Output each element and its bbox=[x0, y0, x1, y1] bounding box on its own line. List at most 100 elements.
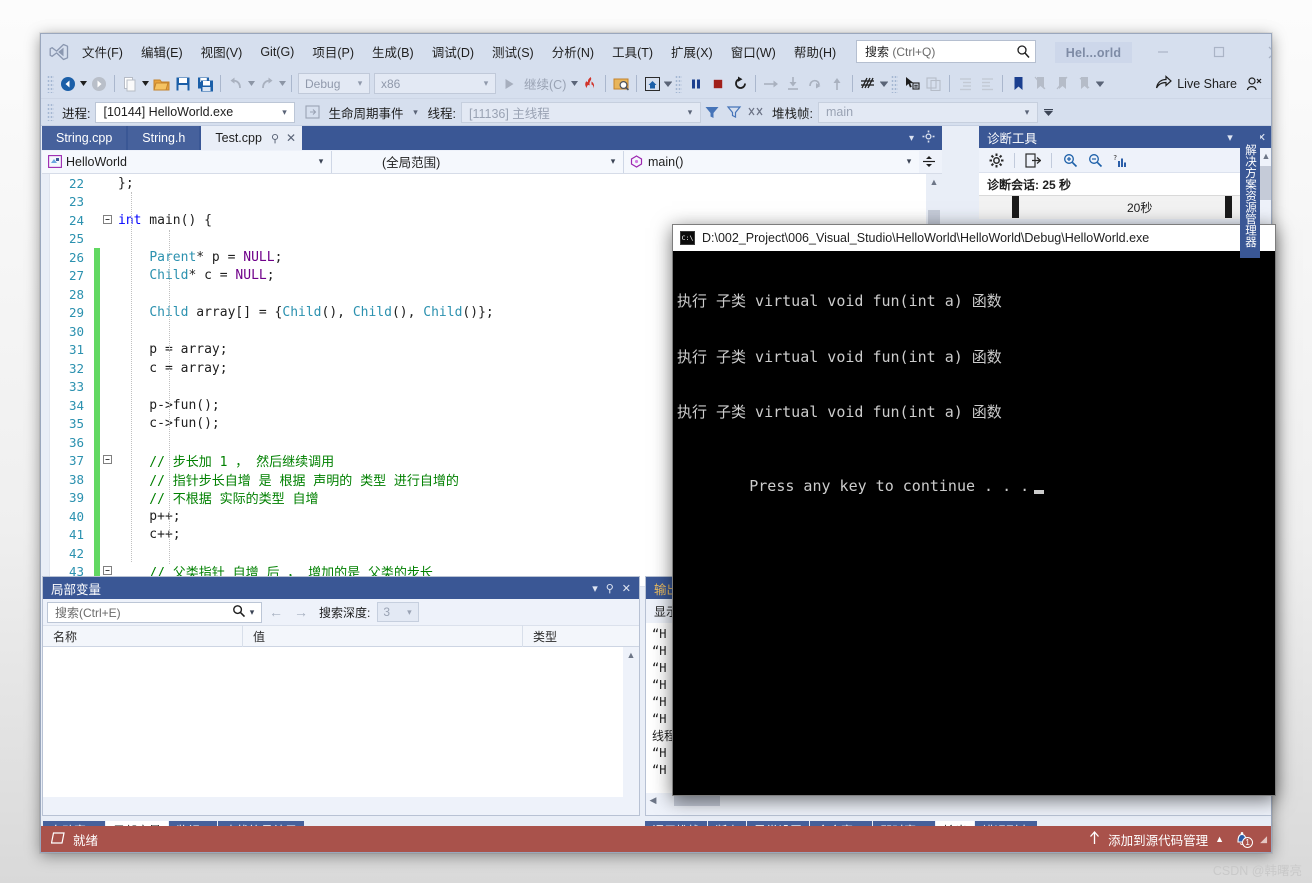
chevron-down-icon[interactable]: ▾ bbox=[1223, 131, 1237, 144]
menu-item-edit[interactable]: 编辑(E) bbox=[132, 38, 192, 65]
project-combo[interactable]: HelloWorld ▾ bbox=[42, 150, 332, 173]
continue-label[interactable]: 继续(C) bbox=[520, 74, 570, 93]
select-tool-icon[interactable] bbox=[901, 72, 923, 96]
menu-item-extensions[interactable]: 扩展(X) bbox=[662, 38, 722, 65]
live-share-button[interactable]: Live Share bbox=[1149, 74, 1243, 93]
solution-configuration-combo[interactable]: Debug ▾ bbox=[298, 73, 370, 94]
save-button[interactable] bbox=[172, 72, 194, 96]
export-session-icon[interactable] bbox=[1022, 148, 1044, 172]
break-all-icon[interactable] bbox=[685, 72, 707, 96]
process-combo[interactable]: [10144] HelloWorld.exe ▾ bbox=[95, 101, 296, 123]
scroll-left-arrow[interactable]: ◀ bbox=[646, 795, 660, 806]
zoom-out-icon[interactable] bbox=[1084, 148, 1106, 172]
scroll-up-arrow[interactable]: ▲ bbox=[926, 174, 942, 190]
attach-process-icon[interactable] bbox=[610, 72, 632, 96]
column-header-value[interactable]: 值 bbox=[243, 625, 523, 647]
show-external-code-icon[interactable] bbox=[745, 100, 767, 124]
search-previous-button[interactable]: ← bbox=[265, 604, 287, 620]
chevron-down-icon[interactable]: ▾ bbox=[588, 582, 602, 595]
search-options-dropdown[interactable]: ▾ bbox=[246, 607, 258, 618]
lifecycle-dropdown[interactable]: ▾ bbox=[409, 107, 423, 118]
show-home-dropdown[interactable] bbox=[663, 80, 672, 87]
scope-combo[interactable]: (全局范围) ▾ bbox=[332, 150, 624, 173]
redo-dropdown[interactable] bbox=[278, 81, 287, 86]
menu-item-test[interactable]: 测试(S) bbox=[483, 38, 543, 65]
zoom-in-icon[interactable] bbox=[1059, 148, 1081, 172]
document-tab-test-cpp[interactable]: Test.cpp ⚲ ✕ bbox=[201, 126, 303, 150]
debug-toolbar-overflow[interactable] bbox=[1043, 108, 1053, 116]
gear-icon[interactable] bbox=[922, 130, 935, 146]
show-threads-icon[interactable] bbox=[857, 72, 879, 96]
open-file-button[interactable] bbox=[150, 72, 172, 96]
column-header-name[interactable]: 名称 bbox=[43, 625, 243, 647]
previous-bookmark-icon[interactable] bbox=[1029, 72, 1051, 96]
maximize-button[interactable] bbox=[1199, 40, 1239, 64]
toolbar-grip[interactable] bbox=[891, 74, 899, 93]
toolbar-grip[interactable] bbox=[47, 103, 54, 121]
next-bookmark-icon[interactable] bbox=[1051, 72, 1073, 96]
close-icon[interactable]: ✕ bbox=[618, 582, 635, 595]
member-combo[interactable]: main() ▾ bbox=[624, 150, 919, 173]
solution-explorer-vertical-tab[interactable]: 解决方案资源管理器 bbox=[1240, 133, 1260, 258]
thread-combo[interactable]: [11136] 主线程 ▾ bbox=[460, 101, 701, 123]
lifecycle-label[interactable]: 生命周期事件 bbox=[323, 103, 408, 122]
clear-bookmarks-icon[interactable] bbox=[1073, 72, 1095, 96]
source-control-label[interactable]: 添加到源代码管理 bbox=[1108, 830, 1208, 849]
locals-search-input[interactable]: 搜索(Ctrl+E) ▾ bbox=[47, 601, 262, 623]
column-header-type[interactable]: 类型 bbox=[523, 625, 623, 647]
navigate-backward-dropdown[interactable] bbox=[79, 81, 88, 86]
redo-button[interactable] bbox=[256, 72, 278, 96]
select-chart-icon[interactable]: ? bbox=[1109, 148, 1131, 172]
document-tab-string-h[interactable]: String.h bbox=[128, 126, 200, 150]
chevron-up-icon[interactable]: ▲ bbox=[1215, 834, 1224, 844]
scroll-up-arrow[interactable]: ▲ bbox=[1258, 148, 1271, 164]
menu-item-window[interactable]: 窗口(W) bbox=[722, 38, 785, 65]
locals-grid-body[interactable]: ▲ bbox=[43, 647, 639, 797]
new-item-dropdown[interactable] bbox=[141, 81, 150, 86]
pin-icon[interactable]: ⚲ bbox=[602, 582, 618, 595]
scrollbar-thumb[interactable] bbox=[1260, 166, 1271, 200]
fold-toggle-icon[interactable] bbox=[100, 214, 114, 227]
minimize-button[interactable] bbox=[1143, 40, 1183, 64]
menu-item-analyze[interactable]: 分析(N) bbox=[543, 38, 603, 65]
notifications-button[interactable]: 1 bbox=[1231, 830, 1254, 848]
source-control-upload-icon[interactable] bbox=[1088, 830, 1101, 848]
step-into-icon[interactable] bbox=[782, 72, 804, 96]
menu-item-help[interactable]: 帮助(H) bbox=[785, 38, 845, 65]
split-window-icon[interactable] bbox=[919, 155, 939, 168]
continue-play-icon[interactable] bbox=[498, 72, 520, 96]
fold-toggle-icon[interactable] bbox=[100, 454, 114, 467]
step-out-icon[interactable] bbox=[826, 72, 848, 96]
menu-item-tools[interactable]: 工具(T) bbox=[603, 38, 662, 65]
manage-connections-icon[interactable] bbox=[1243, 72, 1265, 96]
show-next-statement-icon[interactable] bbox=[760, 72, 782, 96]
console-window[interactable]: C:\ D:\002_Project\006_Visual_Studio\Hel… bbox=[672, 224, 1276, 796]
pin-icon[interactable]: ⚲ bbox=[271, 132, 279, 145]
threads-dropdown[interactable] bbox=[879, 80, 888, 87]
stack-frame-combo[interactable]: main ▾ bbox=[817, 101, 1038, 123]
navigate-backward-button[interactable] bbox=[57, 72, 79, 96]
bookmarks-dropdown[interactable] bbox=[1095, 80, 1104, 87]
comment-block-icon[interactable] bbox=[923, 72, 945, 96]
menu-item-project[interactable]: 项目(P) bbox=[303, 38, 363, 65]
toggle-bookmark-icon[interactable] bbox=[1007, 72, 1029, 96]
menu-item-file[interactable]: 文件(F) bbox=[73, 38, 132, 65]
undo-dropdown[interactable] bbox=[247, 81, 256, 86]
filter-icon[interactable] bbox=[701, 100, 723, 124]
undo-button[interactable] bbox=[225, 72, 247, 96]
show-home-icon[interactable] bbox=[641, 72, 663, 96]
toolbar-grip[interactable] bbox=[47, 74, 54, 93]
locals-vertical-scrollbar[interactable]: ▲ bbox=[623, 647, 639, 797]
scrollbar-thumb[interactable] bbox=[674, 794, 720, 806]
stop-debugging-icon[interactable] bbox=[707, 72, 729, 96]
search-depth-combo[interactable]: 3 ▾ bbox=[377, 602, 420, 622]
menu-item-git[interactable]: Git(G) bbox=[251, 41, 303, 63]
navigate-forward-button[interactable] bbox=[88, 72, 110, 96]
search-next-button[interactable]: → bbox=[290, 604, 312, 620]
solution-platform-combo[interactable]: x86 ▾ bbox=[374, 73, 496, 94]
new-item-button[interactable] bbox=[119, 72, 141, 96]
decrease-indent-icon[interactable] bbox=[976, 72, 998, 96]
document-tab-string-cpp[interactable]: String.cpp bbox=[42, 126, 127, 150]
close-button[interactable] bbox=[1254, 40, 1271, 64]
diagnostic-vertical-scrollbar[interactable]: ▲ bbox=[1258, 148, 1271, 226]
